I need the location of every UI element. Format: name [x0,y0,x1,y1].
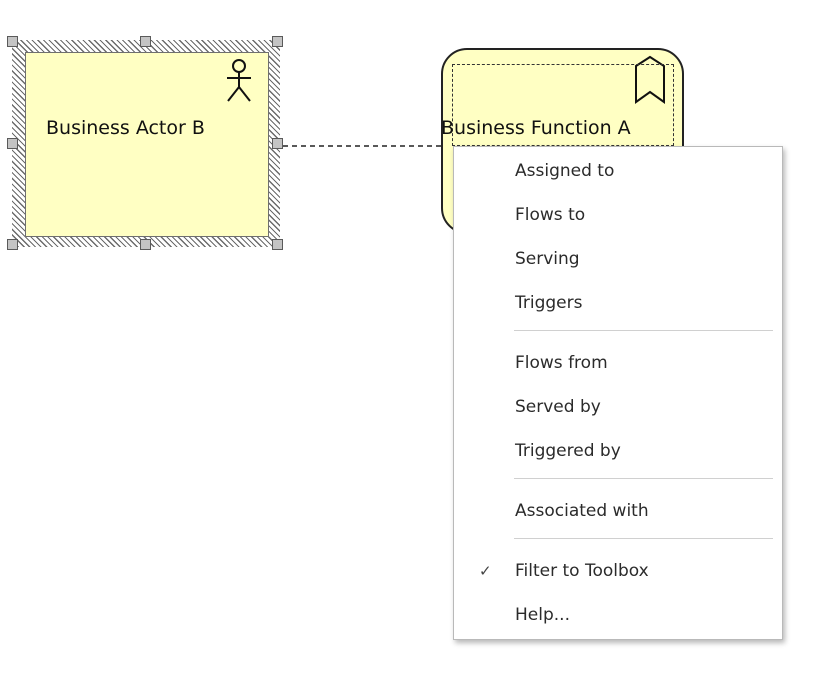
menu-item-associated-with[interactable]: Associated with [454,493,782,529]
menu-item-label: Flows to [515,205,586,225]
menu-separator [514,330,773,331]
menu-item-label: Filter to Toolbox [515,561,649,581]
menu-item-flows-from[interactable]: Flows from [454,345,782,381]
business-function-label: Business Function A [441,117,631,139]
menu-item-serving[interactable]: Serving [454,241,782,277]
menu-item-assigned-to[interactable]: Assigned to [454,153,782,189]
menu-item-triggers[interactable]: Triggers [454,285,782,321]
menu-item-label: Assigned to [515,161,615,181]
menu-item-flows-to[interactable]: Flows to [454,197,782,233]
menu-item-served-by[interactable]: Served by [454,389,782,425]
diagram-canvas[interactable]: Business Actor B Business Function A Ass… [0,0,819,681]
menu-item-label: Triggered by [515,441,621,461]
menu-item-label: Serving [515,249,580,269]
menu-item-label: Associated with [515,501,649,521]
menu-item-help[interactable]: Help... [454,597,782,633]
checkmark-icon: ✓ [479,562,492,580]
context-menu: Assigned to Flows to Serving Triggers Flows … [453,146,783,640]
menu-item-label: Help... [515,605,570,625]
menu-item-label: Triggers [515,293,583,313]
menu-separator [514,538,773,539]
menu-item-filter-to-toolbox[interactable]: ✓ Filter to Toolbox [454,553,782,589]
menu-item-triggered-by[interactable]: Triggered by [454,433,782,469]
menu-item-label: Served by [515,397,601,417]
menu-separator [514,478,773,479]
menu-item-label: Flows from [515,353,608,373]
